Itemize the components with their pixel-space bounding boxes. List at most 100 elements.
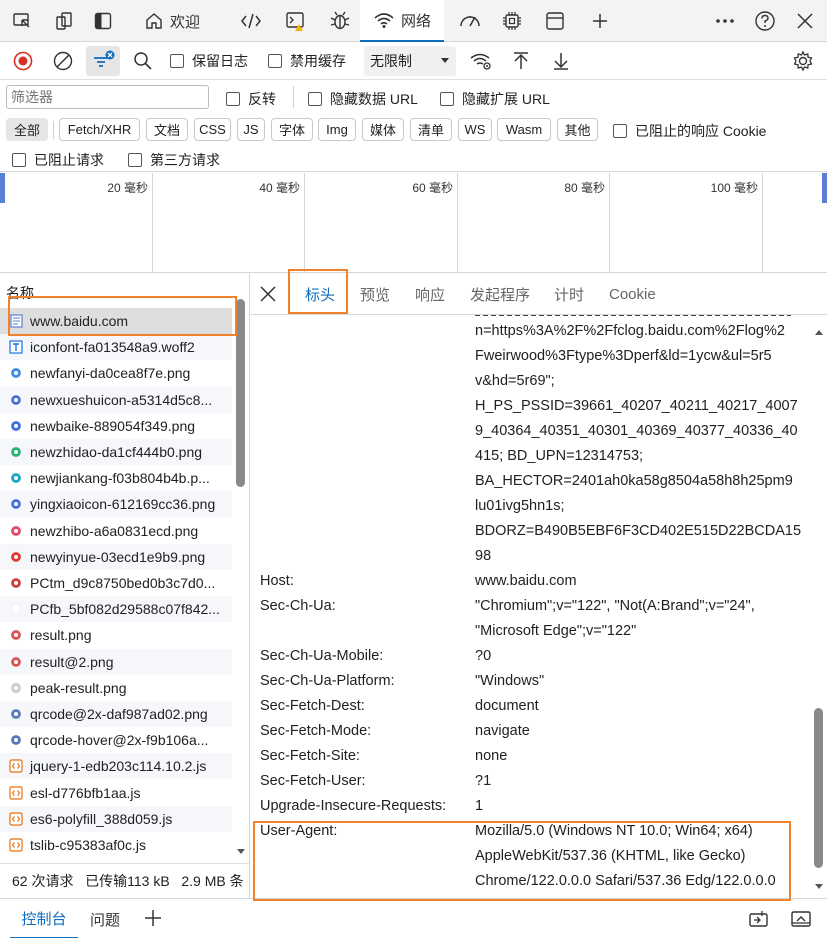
request-list-scrollbar[interactable] [233, 299, 247, 859]
checkbox[interactable] [226, 92, 240, 106]
tab-memory[interactable] [492, 0, 532, 42]
record-button[interactable] [8, 46, 38, 76]
checkbox[interactable] [12, 153, 26, 167]
request-row[interactable]: PCfb_5bf082d29588c07f842... [0, 596, 232, 623]
customize-menu-button[interactable] [705, 0, 745, 42]
type-filter-all[interactable]: 全部 [6, 118, 48, 141]
tab-elements[interactable] [228, 0, 274, 42]
tab-timing[interactable]: 计时 [554, 273, 584, 315]
type-filter-fetch-xhr[interactable]: Fetch/XHR [59, 118, 140, 141]
request-row[interactable]: result@2.png [0, 648, 232, 675]
type-filter-media[interactable]: 媒体 [362, 118, 404, 141]
type-filter-js[interactable]: JS [237, 118, 265, 141]
request-row[interactable]: PCtm_d9c8750bed0b3c7d0... [0, 570, 232, 596]
search-button[interactable] [128, 46, 158, 76]
tab-cookies[interactable]: Cookie [609, 273, 656, 315]
filter-toggle-button[interactable] [86, 46, 120, 76]
type-filter-font[interactable]: 字体 [271, 118, 313, 141]
network-conditions-button[interactable] [466, 46, 496, 76]
request-row[interactable]: newfanyi-da0cea8f7e.png [0, 360, 232, 386]
request-row[interactable]: es6-polyfill_388d059.js [0, 805, 232, 832]
checkbox[interactable] [170, 54, 184, 68]
tab-application[interactable] [534, 0, 576, 42]
throttle-select[interactable]: 无限制 [364, 46, 456, 76]
type-filter-img[interactable]: Img [318, 118, 356, 141]
disable-cache-checkbox[interactable]: 禁用缓存 [268, 46, 358, 76]
request-row[interactable]: newxueshuicon-a5314d5c8... [0, 386, 232, 413]
tab-preview[interactable]: 预览 [360, 273, 390, 315]
checkbox[interactable] [440, 92, 454, 106]
scroll-down-icon[interactable] [236, 843, 246, 859]
drawer-tab-issues[interactable]: 问题 [90, 899, 120, 938]
inspect-icon[interactable] [0, 0, 44, 42]
request-row[interactable]: newzhibo-a6a0831ecd.png [0, 518, 232, 544]
image-icon [9, 707, 23, 721]
timeline-handle-right[interactable] [822, 173, 827, 203]
request-row[interactable]: newbaike-889054f349.png [0, 413, 232, 439]
blocked-requests-checkbox[interactable]: 已阻止请求 [12, 150, 104, 170]
preserve-log-checkbox[interactable]: 保留日志 [170, 46, 260, 76]
tab-response[interactable]: 响应 [415, 273, 445, 315]
request-row[interactable]: newjiankang-f03b804b4b.p... [0, 465, 232, 491]
request-row[interactable]: tslib-c95383af0c.js [0, 832, 232, 858]
hide-data-url-checkbox[interactable]: 隐藏数据 URL [308, 89, 418, 109]
tab-network[interactable]: 网络 [360, 0, 444, 42]
scrollbar-thumb[interactable] [814, 708, 823, 868]
checkbox[interactable] [308, 92, 322, 106]
tab-initiator[interactable]: 发起程序 [470, 273, 530, 315]
help-button[interactable] [746, 0, 784, 42]
third-party-checkbox[interactable]: 第三方请求 [128, 150, 220, 170]
checkbox[interactable] [128, 153, 142, 167]
tab-performance[interactable] [448, 0, 492, 42]
dock-drawer-button[interactable] [748, 909, 770, 932]
request-row[interactable]: iconfont-fa013548a9.woff2 [0, 334, 232, 361]
tab-headers[interactable]: 标头 [305, 273, 335, 315]
request-row[interactable]: qrcode@2x-daf987ad02.png [0, 701, 232, 727]
request-row[interactable]: peak-result.png [0, 675, 232, 701]
type-filter-doc[interactable]: 文档 [146, 118, 188, 141]
details-scrollbar[interactable] [811, 315, 827, 898]
more-tools-button[interactable] [580, 0, 620, 42]
request-row[interactable]: qrcode-hover@2x-f9b106a... [0, 727, 232, 753]
filter-input[interactable] [6, 85, 209, 109]
header-value-line: H_PS_PSSID=39661_40207_40211_40217_4007 [475, 398, 798, 414]
name-column-header[interactable]: 名称 [6, 283, 34, 303]
tab-welcome[interactable]: 欢迎 [132, 0, 212, 42]
blocked-cookies-checkbox[interactable]: 已阻止的响应 Cookie [613, 121, 766, 141]
import-har-button[interactable] [506, 46, 536, 76]
close-devtools-button[interactable] [786, 0, 824, 42]
device-toolbar-icon[interactable] [44, 0, 84, 42]
request-row[interactable]: yingxiaoicon-612169cc36.png [0, 491, 232, 518]
scroll-down-icon[interactable] [814, 878, 824, 894]
request-row[interactable]: esl-d776bfb1aa.js [0, 780, 232, 806]
hide-extension-url-checkbox[interactable]: 隐藏扩展 URL [440, 89, 550, 109]
tab-sources[interactable] [320, 0, 360, 42]
close-details-button[interactable] [259, 273, 277, 315]
timeline-overview[interactable]: 20 毫秒 40 毫秒 60 毫秒 80 毫秒 100 毫秒 [0, 173, 827, 273]
clear-button[interactable] [48, 46, 78, 76]
close-drawer-button[interactable] [790, 909, 812, 932]
timeline-handle-left[interactable] [0, 173, 5, 203]
sidebar-toggle-icon[interactable] [84, 0, 122, 42]
type-filter-manifest[interactable]: 清单 [410, 118, 452, 141]
request-row-selected[interactable]: www.baidu.com [0, 308, 232, 334]
checkbox[interactable] [613, 124, 627, 138]
checkbox[interactable] [268, 54, 282, 68]
request-name: es6-polyfill_388d059.js [30, 810, 173, 827]
tab-console[interactable] [276, 0, 318, 42]
scroll-up-icon[interactable] [814, 323, 824, 339]
request-row[interactable]: newzhidao-da1cf444b0.png [0, 439, 232, 465]
export-har-button[interactable] [546, 46, 576, 76]
type-filter-other[interactable]: 其他 [557, 118, 598, 141]
type-filter-css[interactable]: CSS [194, 118, 231, 141]
scrollbar-thumb[interactable] [236, 299, 245, 487]
request-row[interactable]: newyinyue-03ecd1e9b9.png [0, 543, 232, 570]
network-settings-button[interactable] [788, 46, 818, 76]
request-row[interactable]: jquery-1-edb203c114.10.2.js [0, 753, 232, 780]
request-row[interactable]: result.png [0, 622, 232, 648]
add-drawer-tab-button[interactable] [143, 908, 163, 931]
invert-checkbox[interactable]: 反转 [226, 89, 276, 109]
type-filter-ws[interactable]: WS [458, 118, 492, 141]
type-filter-wasm[interactable]: Wasm [497, 118, 551, 141]
drawer-tab-console[interactable]: 控制台 [10, 899, 78, 938]
